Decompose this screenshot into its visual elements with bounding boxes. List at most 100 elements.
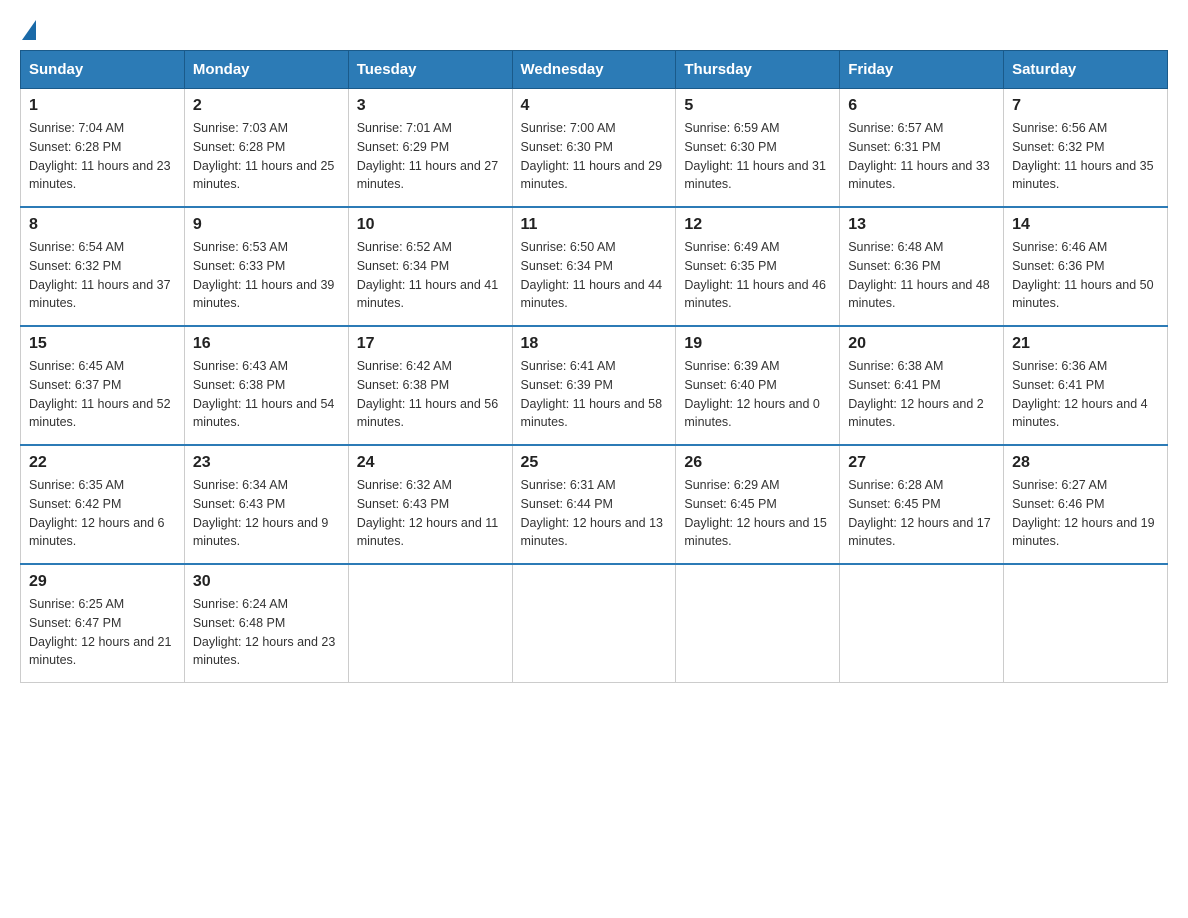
empty-day-cell [512,564,676,683]
day-info: Sunrise: 7:00 AMSunset: 6:30 PMDaylight:… [521,119,668,194]
day-cell: 17 Sunrise: 6:42 AMSunset: 6:38 PMDayligh… [348,326,512,445]
day-info: Sunrise: 6:34 AMSunset: 6:43 PMDaylight:… [193,476,340,551]
day-number: 9 [193,216,340,234]
day-info: Sunrise: 6:57 AMSunset: 6:31 PMDaylight:… [848,119,995,194]
day-info: Sunrise: 6:25 AMSunset: 6:47 PMDaylight:… [29,595,176,670]
day-number: 2 [193,97,340,115]
day-number: 12 [684,216,831,234]
day-cell: 26Sunrise: 6:29 AMSunset: 6:45 PMDayligh… [676,445,840,564]
day-cell: 7Sunrise: 6:56 AMSunset: 6:32 PMDaylight… [1004,89,1168,208]
day-number: 20 [848,335,995,353]
day-cell: 8 Sunrise: 6:54 AMSunset: 6:32 PMDaylight… [21,207,185,326]
day-cell: 3Sunrise: 7:01 AMSunset: 6:29 PMDaylight… [348,89,512,208]
logo [20,20,40,40]
day-number: 21 [1012,335,1159,353]
weekday-header-tuesday: Tuesday [348,51,512,89]
day-info: Sunrise: 6:56 AMSunset: 6:32 PMDaylight:… [1012,119,1159,194]
day-cell: 27 Sunrise: 6:28 AMSunset: 6:45 PMDayligh… [840,445,1004,564]
day-cell: 13 Sunrise: 6:48 AMSunset: 6:36 PMDayligh… [840,207,1004,326]
weekday-header-row: SundayMondayTuesdayWednesdayThursdayFrid… [21,51,1168,89]
day-cell: 25 Sunrise: 6:31 AMSunset: 6:44 PMDayligh… [512,445,676,564]
day-info: Sunrise: 6:48 AMSunset: 6:36 PMDaylight:… [848,238,995,313]
calendar-week-row: 29Sunrise: 6:25 AMSunset: 6:47 PMDayligh… [21,564,1168,683]
day-cell: 20 Sunrise: 6:38 AMSunset: 6:41 PMDayligh… [840,326,1004,445]
day-number: 24 [357,454,504,472]
day-info: Sunrise: 7:01 AMSunset: 6:29 PMDaylight:… [357,119,504,194]
day-info: Sunrise: 6:42 AMSunset: 6:38 PMDaylight:… [357,357,504,432]
day-number: 10 [357,216,504,234]
day-cell: 22Sunrise: 6:35 AMSunset: 6:42 PMDayligh… [21,445,185,564]
day-number: 27 [848,454,995,472]
day-number: 30 [193,573,340,591]
calendar-table: SundayMondayTuesdayWednesdayThursdayFrid… [20,50,1168,683]
day-cell: 4 Sunrise: 7:00 AMSunset: 6:30 PMDaylight… [512,89,676,208]
day-cell: 19 Sunrise: 6:39 AMSunset: 6:40 PMDayligh… [676,326,840,445]
day-number: 16 [193,335,340,353]
logo-triangle-icon [22,20,36,40]
day-cell: 29Sunrise: 6:25 AMSunset: 6:47 PMDayligh… [21,564,185,683]
calendar-week-row: 22Sunrise: 6:35 AMSunset: 6:42 PMDayligh… [21,445,1168,564]
day-number: 13 [848,216,995,234]
day-cell: 6 Sunrise: 6:57 AMSunset: 6:31 PMDaylight… [840,89,1004,208]
day-info: Sunrise: 6:27 AMSunset: 6:46 PMDaylight:… [1012,476,1159,551]
day-cell: 15Sunrise: 6:45 AMSunset: 6:37 PMDayligh… [21,326,185,445]
day-cell: 23 Sunrise: 6:34 AMSunset: 6:43 PMDayligh… [184,445,348,564]
day-cell: 2 Sunrise: 7:03 AMSunset: 6:28 PMDaylight… [184,89,348,208]
day-cell: 5 Sunrise: 6:59 AMSunset: 6:30 PMDaylight… [676,89,840,208]
weekday-header-wednesday: Wednesday [512,51,676,89]
calendar-week-row: 1 Sunrise: 7:04 AMSunset: 6:28 PMDaylight… [21,89,1168,208]
day-number: 26 [684,454,831,472]
day-cell: 10 Sunrise: 6:52 AMSunset: 6:34 PMDayligh… [348,207,512,326]
day-number: 6 [848,97,995,115]
day-number: 8 [29,216,176,234]
day-cell: 11 Sunrise: 6:50 AMSunset: 6:34 PMDayligh… [512,207,676,326]
day-info: Sunrise: 7:04 AMSunset: 6:28 PMDaylight:… [29,119,176,194]
day-cell: 28 Sunrise: 6:27 AMSunset: 6:46 PMDayligh… [1004,445,1168,564]
day-cell: 30 Sunrise: 6:24 AMSunset: 6:48 PMDayligh… [184,564,348,683]
day-info: Sunrise: 6:52 AMSunset: 6:34 PMDaylight:… [357,238,504,313]
day-info: Sunrise: 6:54 AMSunset: 6:32 PMDaylight:… [29,238,176,313]
day-info: Sunrise: 6:53 AMSunset: 6:33 PMDaylight:… [193,238,340,313]
calendar-week-row: 15Sunrise: 6:45 AMSunset: 6:37 PMDayligh… [21,326,1168,445]
day-number: 5 [684,97,831,115]
weekday-header-saturday: Saturday [1004,51,1168,89]
day-info: Sunrise: 6:41 AMSunset: 6:39 PMDaylight:… [521,357,668,432]
day-info: Sunrise: 6:31 AMSunset: 6:44 PMDaylight:… [521,476,668,551]
day-cell: 16 Sunrise: 6:43 AMSunset: 6:38 PMDayligh… [184,326,348,445]
day-number: 14 [1012,216,1159,234]
day-number: 11 [521,216,668,234]
day-info: Sunrise: 6:39 AMSunset: 6:40 PMDaylight:… [684,357,831,432]
day-number: 17 [357,335,504,353]
empty-day-cell [1004,564,1168,683]
day-info: Sunrise: 6:24 AMSunset: 6:48 PMDaylight:… [193,595,340,670]
day-number: 28 [1012,454,1159,472]
day-info: Sunrise: 6:38 AMSunset: 6:41 PMDaylight:… [848,357,995,432]
day-number: 25 [521,454,668,472]
day-number: 19 [684,335,831,353]
day-info: Sunrise: 6:43 AMSunset: 6:38 PMDaylight:… [193,357,340,432]
day-cell: 1 Sunrise: 7:04 AMSunset: 6:28 PMDaylight… [21,89,185,208]
day-info: Sunrise: 6:59 AMSunset: 6:30 PMDaylight:… [684,119,831,194]
empty-day-cell [348,564,512,683]
weekday-header-friday: Friday [840,51,1004,89]
day-info: Sunrise: 6:50 AMSunset: 6:34 PMDaylight:… [521,238,668,313]
day-cell: 12Sunrise: 6:49 AMSunset: 6:35 PMDayligh… [676,207,840,326]
day-number: 4 [521,97,668,115]
day-number: 18 [521,335,668,353]
empty-day-cell [840,564,1004,683]
day-info: Sunrise: 6:35 AMSunset: 6:42 PMDaylight:… [29,476,176,551]
day-number: 23 [193,454,340,472]
day-info: Sunrise: 6:46 AMSunset: 6:36 PMDaylight:… [1012,238,1159,313]
day-number: 1 [29,97,176,115]
day-info: Sunrise: 6:28 AMSunset: 6:45 PMDaylight:… [848,476,995,551]
weekday-header-sunday: Sunday [21,51,185,89]
calendar-week-row: 8 Sunrise: 6:54 AMSunset: 6:32 PMDaylight… [21,207,1168,326]
day-info: Sunrise: 6:32 AMSunset: 6:43 PMDaylight:… [357,476,504,551]
empty-day-cell [676,564,840,683]
day-cell: 14 Sunrise: 6:46 AMSunset: 6:36 PMDayligh… [1004,207,1168,326]
day-cell: 24 Sunrise: 6:32 AMSunset: 6:43 PMDayligh… [348,445,512,564]
day-cell: 21Sunrise: 6:36 AMSunset: 6:41 PMDayligh… [1004,326,1168,445]
weekday-header-thursday: Thursday [676,51,840,89]
day-info: Sunrise: 7:03 AMSunset: 6:28 PMDaylight:… [193,119,340,194]
day-cell: 18 Sunrise: 6:41 AMSunset: 6:39 PMDayligh… [512,326,676,445]
